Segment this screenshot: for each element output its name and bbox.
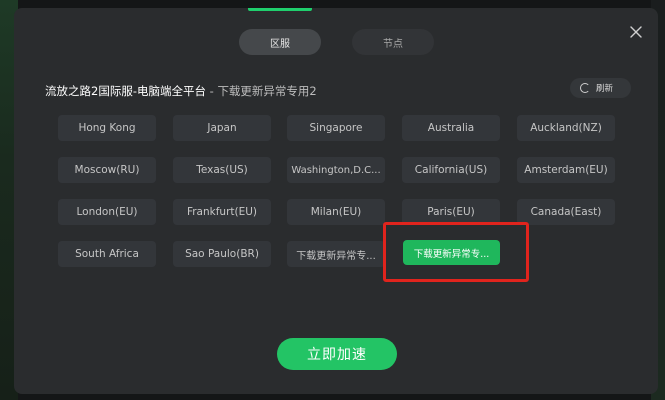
region-south-africa[interactable]: South Africa	[58, 241, 156, 267]
region-download-fix-selected[interactable]: 下载更新异常专...	[403, 240, 500, 265]
game-name: 流放之路2国际服-电脑端全平台	[45, 84, 206, 98]
region-milan[interactable]: Milan(EU)	[287, 199, 385, 225]
tab-region[interactable]: 区服	[239, 29, 321, 55]
region-amsterdam[interactable]: Amsterdam(EU)	[517, 157, 615, 183]
region-singapore[interactable]: Singapore	[287, 115, 385, 141]
title-separator: -	[205, 84, 218, 98]
region-sao-paulo[interactable]: Sao Paulo(BR)	[173, 241, 271, 267]
region-california[interactable]: California(US)	[402, 157, 500, 183]
region-moscow[interactable]: Moscow(RU)	[58, 157, 156, 183]
region-hong-kong[interactable]: Hong Kong	[58, 115, 156, 141]
region-canada-east[interactable]: Canada(East)	[517, 199, 615, 225]
game-title: 流放之路2国际服-电脑端全平台 - 下载更新异常专用2	[45, 83, 317, 99]
region-australia[interactable]: Australia	[402, 115, 500, 141]
region-texas[interactable]: Texas(US)	[173, 157, 271, 183]
refresh-label: 刷新	[596, 84, 614, 94]
region-auckland[interactable]: Auckland(NZ)	[517, 115, 615, 141]
tab-node[interactable]: 节点	[352, 29, 434, 55]
region-frankfurt[interactable]: Frankfurt(EU)	[173, 199, 271, 225]
region-select-dialog: 区服 节点 流放之路2国际服-电脑端全平台 - 下载更新异常专用2 刷新 Hon…	[14, 8, 658, 394]
refresh-button[interactable]: 刷新	[570, 78, 631, 98]
refresh-icon	[580, 83, 590, 93]
region-washington[interactable]: Washington,D.C...	[287, 157, 385, 183]
close-icon[interactable]	[628, 24, 644, 40]
top-accent-bar	[248, 8, 312, 11]
game-mode: 下载更新异常专用2	[217, 84, 317, 98]
accelerate-button[interactable]: 立即加速	[277, 338, 397, 370]
region-japan[interactable]: Japan	[173, 115, 271, 141]
region-london[interactable]: London(EU)	[58, 199, 156, 225]
region-download-fix[interactable]: 下载更新异常专...	[287, 241, 385, 267]
